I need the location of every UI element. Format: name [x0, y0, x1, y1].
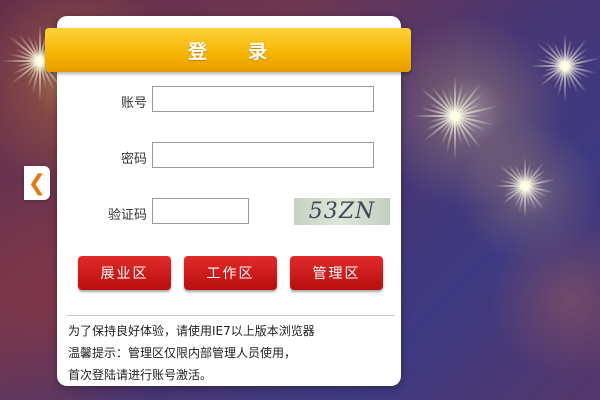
captcha-label: 验证码: [107, 208, 147, 223]
captcha-input[interactable]: [152, 198, 249, 224]
work-area-button[interactable]: 工作区: [184, 256, 277, 290]
login-title-bar: 登 录: [45, 28, 411, 72]
captcha-row: 验证码 53ZN: [57, 198, 401, 228]
back-arrow-button[interactable]: ❮: [24, 166, 50, 200]
account-input[interactable]: [152, 86, 374, 112]
login-panel: 登 录 账号 密码 验证码 53ZN 展业区 工作区 管理区 为了保持良好体验，…: [45, 16, 411, 386]
activation-notice: 首次登陆请进行账号激活。: [68, 368, 213, 382]
admin-notice: 温馨提示：管理区仅限内部管理人员使用，: [68, 346, 297, 360]
captcha-image[interactable]: 53ZN: [294, 198, 390, 225]
browser-notice: 为了保持良好体验，请使用IE7以上版本浏览器: [68, 324, 315, 338]
chevron-left-icon: ❮: [27, 170, 47, 196]
password-input[interactable]: [152, 142, 374, 168]
divider: [67, 315, 395, 316]
admin-area-button[interactable]: 管理区: [290, 256, 383, 290]
account-label: 账号: [120, 96, 147, 111]
account-row: 账号: [57, 86, 401, 116]
exhibition-area-button[interactable]: 展业区: [78, 256, 171, 290]
page-title: 登 录: [187, 40, 268, 63]
password-label: 密码: [120, 152, 147, 167]
password-row: 密码: [57, 142, 401, 172]
